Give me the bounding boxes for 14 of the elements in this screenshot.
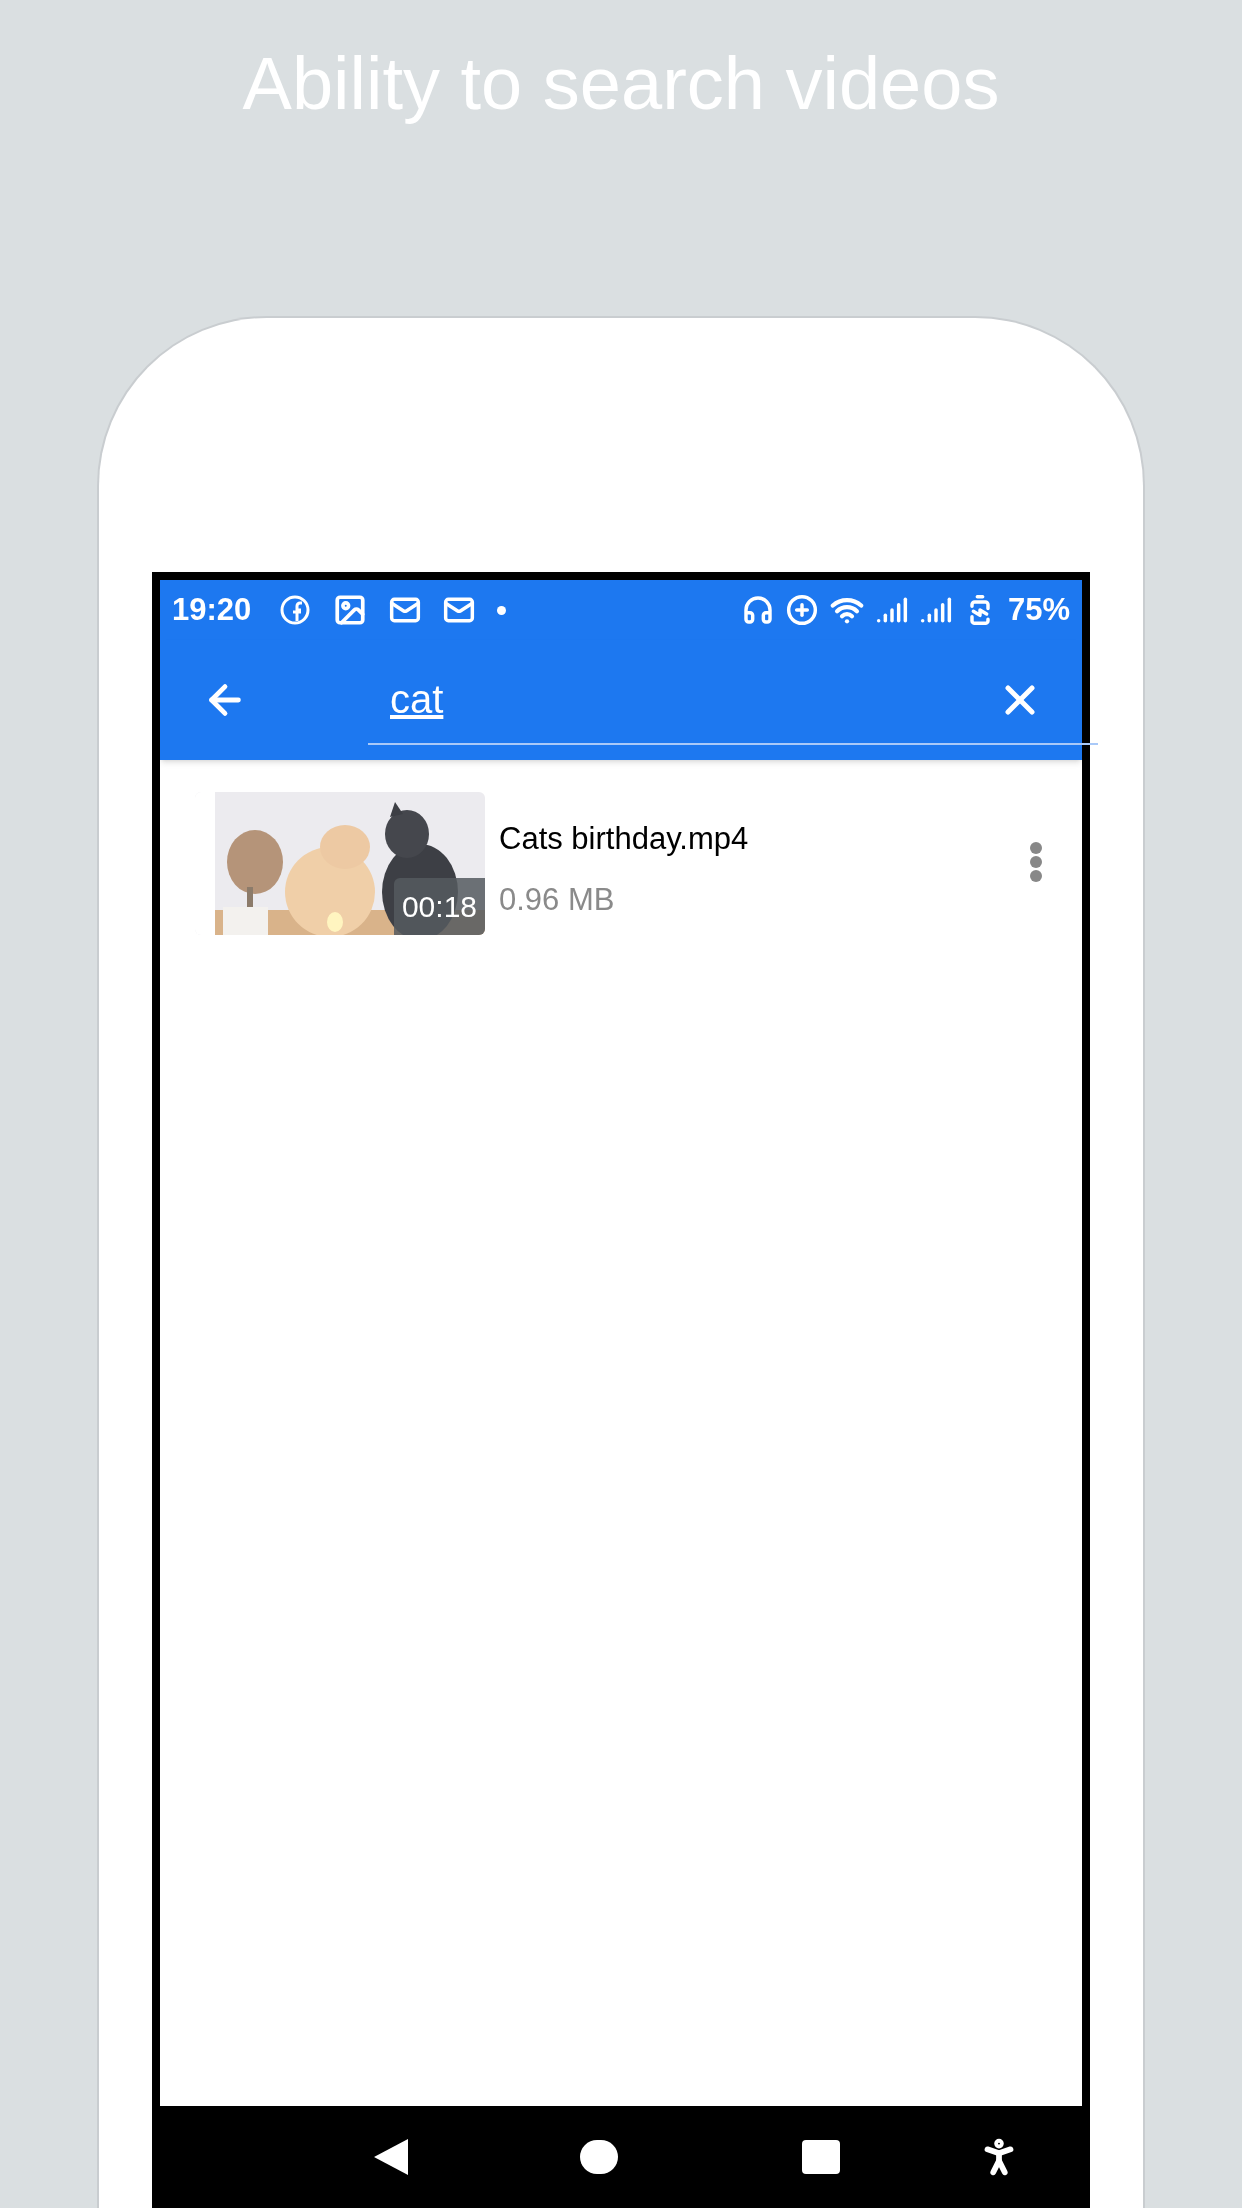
- more-options-icon: [1030, 842, 1042, 882]
- headphones-icon: [741, 594, 774, 626]
- more-options-button[interactable]: [1030, 842, 1042, 882]
- video-title: Cats birthday.mp4: [499, 820, 749, 858]
- battery-level: 75%: [1007, 590, 1070, 629]
- image-icon: [333, 593, 368, 627]
- facebook-icon: [279, 594, 312, 626]
- video-size: 0.96 MB: [499, 880, 616, 919]
- clock: 19:20: [172, 590, 252, 629]
- search-field[interactable]: cat: [368, 655, 1098, 745]
- duration-label: 00:18: [393, 878, 485, 935]
- home-icon[interactable]: [580, 2140, 618, 2174]
- video-item[interactable]: 00:18 Cats birthday.mp4 0.96 MB: [160, 792, 1082, 938]
- data-saver-icon: [785, 594, 818, 626]
